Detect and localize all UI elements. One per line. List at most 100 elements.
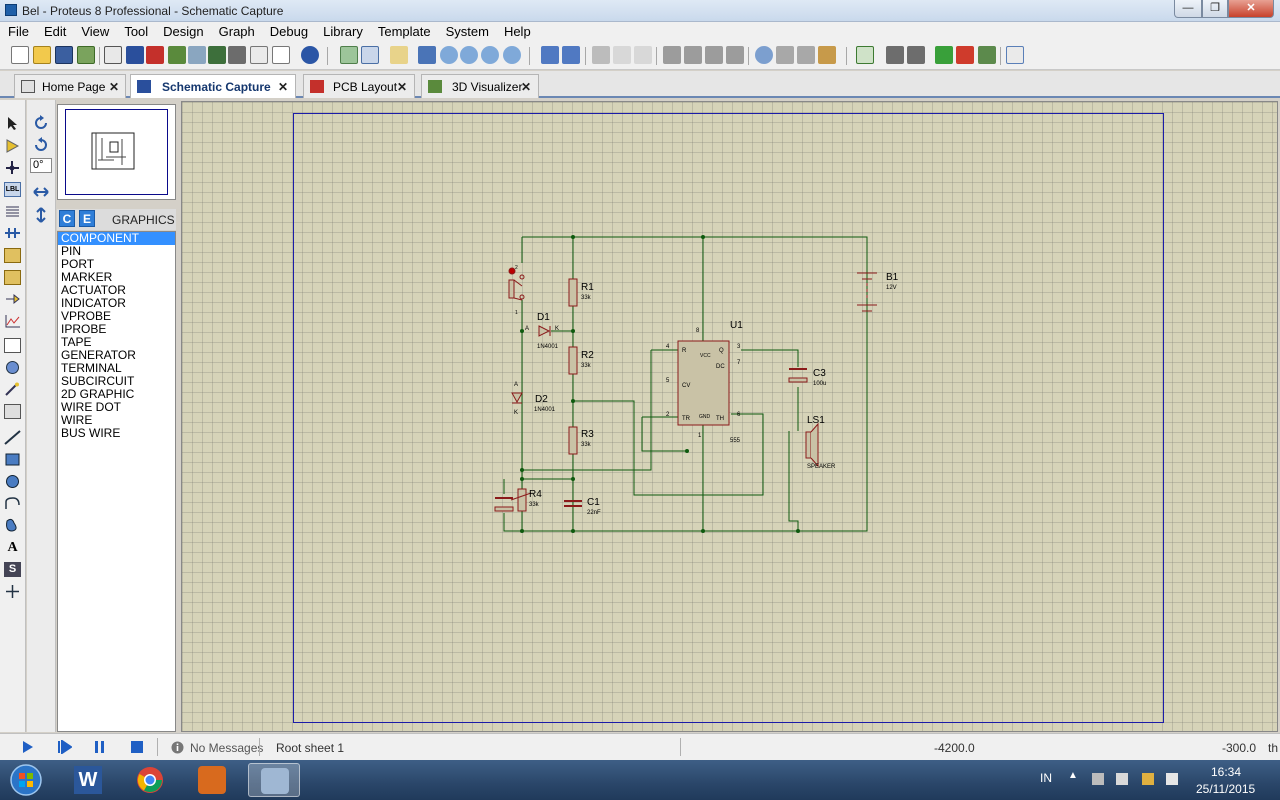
zoom-all-icon[interactable] (481, 46, 499, 64)
schematic-drawing[interactable]: R1 33k R2 33k R3 33k R4 33k D1 1N4001 A … (182, 102, 1279, 733)
pcb-icon[interactable] (146, 46, 164, 64)
close-tab-icon[interactable]: ✕ (521, 80, 531, 94)
junction-dot-icon[interactable] (4, 160, 21, 175)
pause-icon[interactable] (94, 740, 106, 754)
taskbar-word[interactable]: W (62, 763, 114, 797)
refresh-icon[interactable] (340, 46, 358, 64)
schematic-canvas[interactable]: R1 33k R2 33k R3 33k R4 33k D1 1N4001 A … (181, 101, 1278, 732)
buses-icon[interactable] (4, 226, 21, 241)
network-icon[interactable] (1092, 773, 1104, 785)
block-copy-icon[interactable] (663, 46, 681, 64)
copy-icon[interactable] (613, 46, 631, 64)
show-hidden-icons-icon[interactable]: ▲ (1068, 770, 1078, 781)
packaging-tool-icon[interactable] (797, 46, 815, 64)
block-move-icon[interactable] (684, 46, 702, 64)
menu-template[interactable]: Template (370, 22, 438, 39)
electrical-rule-check-icon[interactable] (1006, 46, 1024, 64)
voltage-probe-icon[interactable] (4, 382, 21, 397)
close-tab-icon[interactable]: ✕ (397, 80, 407, 94)
box-icon[interactable] (4, 452, 21, 467)
menu-debug[interactable]: Debug (262, 22, 315, 39)
menu-graph[interactable]: Graph (211, 22, 262, 39)
zoom-out-icon[interactable] (460, 46, 478, 64)
tape-recorder-icon[interactable] (4, 338, 21, 353)
undo-icon[interactable] (541, 46, 559, 64)
open-folder-icon[interactable] (33, 46, 51, 64)
maximize-button[interactable]: ❐ (1202, 0, 1228, 18)
taskbar-media-player[interactable] (186, 763, 238, 797)
report-icon[interactable] (272, 46, 290, 64)
home-icon[interactable] (104, 46, 122, 64)
menu-system[interactable]: System (438, 22, 496, 39)
closed-path-icon[interactable] (4, 518, 21, 533)
taskbar-chrome[interactable] (124, 763, 176, 797)
rotate-anticlockwise-icon[interactable] (32, 136, 50, 154)
zoom-in-icon[interactable] (440, 46, 458, 64)
menu-tool[interactable]: Tool (116, 22, 155, 39)
subcircuit-icon[interactable] (4, 248, 21, 263)
language-indicator[interactable]: IN (1040, 771, 1052, 785)
close-tab-icon[interactable]: ✕ (278, 80, 288, 94)
decompose-icon[interactable] (818, 46, 836, 64)
rotation-field[interactable]: 0° (30, 158, 52, 173)
taskbar-proteus[interactable] (248, 763, 300, 797)
device-pins-icon[interactable] (4, 292, 21, 307)
property-assignment-icon[interactable] (907, 46, 925, 64)
grid-icon[interactable] (361, 46, 379, 64)
stop-icon[interactable] (130, 740, 144, 754)
remove-sheet-icon[interactable] (956, 46, 974, 64)
volume-icon[interactable] (1166, 773, 1178, 785)
redo-icon[interactable] (562, 46, 580, 64)
action-center-icon[interactable] (1116, 773, 1128, 785)
list-item[interactable]: BUS WIRE (58, 427, 175, 440)
arc-icon[interactable] (4, 496, 21, 511)
text-script-icon[interactable] (4, 204, 21, 219)
block-delete-icon[interactable] (726, 46, 744, 64)
pick-devices-button[interactable]: C (59, 210, 75, 227)
circle-icon[interactable] (4, 474, 21, 489)
library-manager-button[interactable]: E (79, 210, 95, 227)
text-icon[interactable]: A (4, 540, 21, 555)
line-icon[interactable] (4, 430, 21, 445)
zoom-area-icon[interactable] (503, 46, 521, 64)
3d-icon[interactable] (168, 46, 186, 64)
tab-pcb-layout[interactable]: PCB Layout ✕ (303, 74, 415, 98)
tab-3d-visualizer[interactable]: 3D Visualizer ✕ (421, 74, 539, 98)
terminals-icon[interactable] (4, 270, 21, 285)
notes-icon[interactable] (250, 46, 268, 64)
new-sheet-icon[interactable] (935, 46, 953, 64)
component-mode-icon[interactable] (4, 138, 21, 153)
wire-autorouter-icon[interactable] (856, 46, 874, 64)
close-button[interactable]: ✕ (1228, 0, 1274, 18)
marker-icon[interactable] (4, 584, 21, 599)
save-icon[interactable] (55, 46, 73, 64)
block-rotate-icon[interactable] (705, 46, 723, 64)
gerber-icon[interactable] (188, 46, 206, 64)
clock-time[interactable]: 16:34 (1211, 765, 1241, 779)
close-tab-icon[interactable]: ✕ (109, 80, 119, 94)
design-explorer-icon[interactable] (208, 46, 226, 64)
tab-home-page[interactable]: Home Page ✕ (14, 74, 126, 98)
menu-edit[interactable]: Edit (36, 22, 73, 39)
search-icon[interactable] (886, 46, 904, 64)
help-icon[interactable] (301, 46, 319, 64)
minimize-button[interactable]: — (1174, 0, 1202, 18)
clock-date[interactable]: 25/11/2015 (1196, 782, 1255, 796)
power-icon[interactable] (1142, 773, 1154, 785)
new-file-icon[interactable] (11, 46, 29, 64)
message-count[interactable]: No Messages (190, 741, 263, 755)
origin-icon[interactable] (390, 46, 408, 64)
bom-icon[interactable] (228, 46, 246, 64)
tab-schematic-capture[interactable]: Schematic Capture ✕ (130, 74, 296, 98)
import-icon[interactable] (77, 46, 95, 64)
exit-to-parent-icon[interactable] (978, 46, 996, 64)
start-button[interactable] (8, 763, 44, 797)
menu-view[interactable]: View (73, 22, 116, 39)
menu-design[interactable]: Design (155, 22, 210, 39)
mirror-vertical-icon[interactable] (33, 206, 49, 224)
play-icon[interactable] (22, 740, 34, 754)
symbol-icon[interactable]: S (4, 562, 21, 577)
paste-icon[interactable] (634, 46, 652, 64)
overview-window[interactable] (57, 104, 176, 200)
menu-library[interactable]: Library (315, 22, 370, 39)
